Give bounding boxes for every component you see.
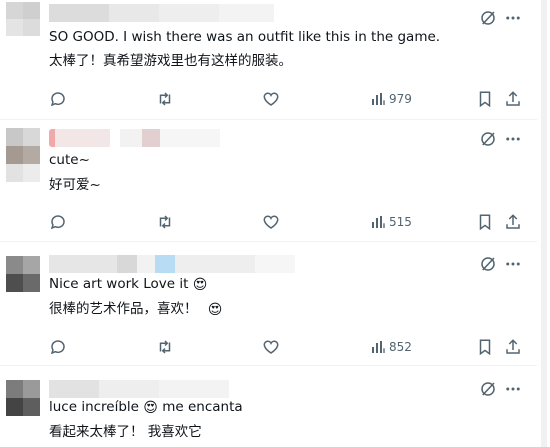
share-button[interactable] [504, 90, 522, 108]
bookmark-icon [479, 91, 491, 108]
bar-chart-icon [372, 216, 385, 228]
avatar[interactable] [6, 256, 40, 292]
bookmark-icon [479, 339, 491, 356]
reply-3[interactable]: Nice art work Love it 😍 很棒的艺术作品，喜欢！ 😍 85… [0, 242, 537, 364]
avatar[interactable] [6, 380, 40, 416]
reply-text-en-label: Nice art work Love it [49, 276, 189, 292]
reply-button[interactable] [49, 90, 67, 108]
heart-eyes-emoji: 😍 [207, 302, 223, 318]
heart-icon [263, 215, 279, 229]
grok-icon[interactable] [479, 380, 497, 398]
repost-icon [159, 340, 171, 354]
username-blurred[interactable] [49, 255, 295, 273]
heart-eyes-emoji: 😍 [143, 400, 158, 416]
comment-icon [50, 215, 65, 230]
more-icon[interactable] [504, 130, 522, 148]
reply-text-zh: 很棒的艺术作品，喜欢！ 😍 [49, 300, 222, 319]
comment-icon [50, 340, 65, 355]
reply-text-en: cute~ [49, 152, 90, 168]
more-icon[interactable] [504, 380, 522, 398]
repost-button[interactable] [156, 90, 174, 108]
views-button[interactable]: 515 [370, 213, 412, 231]
reply-text-en: luce increíble 😍 me encanta [49, 398, 243, 417]
like-button[interactable] [262, 338, 280, 356]
bookmark-button[interactable] [476, 338, 494, 356]
reply-2[interactable]: cute~ 好可爱~ 515 [0, 120, 537, 240]
share-icon [506, 214, 520, 229]
bookmark-button[interactable] [476, 90, 494, 108]
reply-button[interactable] [49, 213, 67, 231]
username-blurred[interactable] [49, 380, 229, 398]
username-blurred[interactable] [49, 4, 274, 22]
share-button[interactable] [504, 213, 522, 231]
more-icon[interactable] [504, 9, 522, 27]
bookmark-icon [479, 214, 491, 231]
bar-chart-icon [372, 341, 385, 353]
repost-button[interactable] [156, 338, 174, 356]
reply-1[interactable]: SO GOOD. I wish there was an outfit like… [0, 0, 537, 118]
views-button[interactable]: 979 [370, 90, 412, 108]
heart-icon [263, 92, 279, 106]
repost-button[interactable] [156, 213, 174, 231]
comment-icon [50, 92, 65, 107]
view-count: 515 [389, 215, 412, 229]
reply-text-en-a: luce increíble [49, 399, 139, 415]
reply-text-en: Nice art work Love it 😍 [49, 275, 207, 294]
reply-text-zh-label: 很棒的艺术作品，喜欢！ [49, 301, 198, 317]
scrollbar-thumb[interactable] [541, 0, 547, 447]
share-icon [506, 91, 520, 106]
heart-eyes-emoji: 😍 [192, 277, 208, 293]
username-blurred[interactable] [49, 129, 220, 147]
reply-4[interactable]: luce increíble 😍 me encanta 看起来太棒了！ 我喜欢它 [0, 366, 537, 447]
grok-icon[interactable] [479, 9, 497, 27]
grok-icon[interactable] [479, 130, 497, 148]
view-count: 852 [389, 340, 412, 354]
bookmark-button[interactable] [476, 213, 494, 231]
scrollbar[interactable] [538, 0, 550, 447]
heart-icon [263, 340, 279, 354]
repost-icon [159, 92, 171, 106]
views-button[interactable]: 852 [370, 338, 412, 356]
more-icon[interactable] [504, 255, 522, 273]
avatar[interactable] [6, 2, 40, 36]
view-count: 979 [389, 92, 412, 106]
reply-text-zh: 好可爱~ [49, 177, 101, 193]
avatar[interactable] [6, 128, 40, 182]
reply-text-zh: 太棒了！真希望游戏里也有这样的服装。 [49, 53, 292, 69]
like-button[interactable] [262, 213, 280, 231]
bar-chart-icon [372, 93, 385, 105]
grok-icon[interactable] [479, 255, 497, 273]
reply-text-en-b: me encanta [162, 399, 243, 415]
reply-text-en: SO GOOD. I wish there was an outfit like… [49, 29, 441, 45]
share-button[interactable] [504, 338, 522, 356]
share-icon [506, 339, 520, 354]
reply-text-zh: 看起来太棒了！ 我喜欢它 [49, 424, 202, 440]
reply-button[interactable] [49, 338, 67, 356]
like-button[interactable] [262, 90, 280, 108]
repost-icon [159, 215, 171, 229]
